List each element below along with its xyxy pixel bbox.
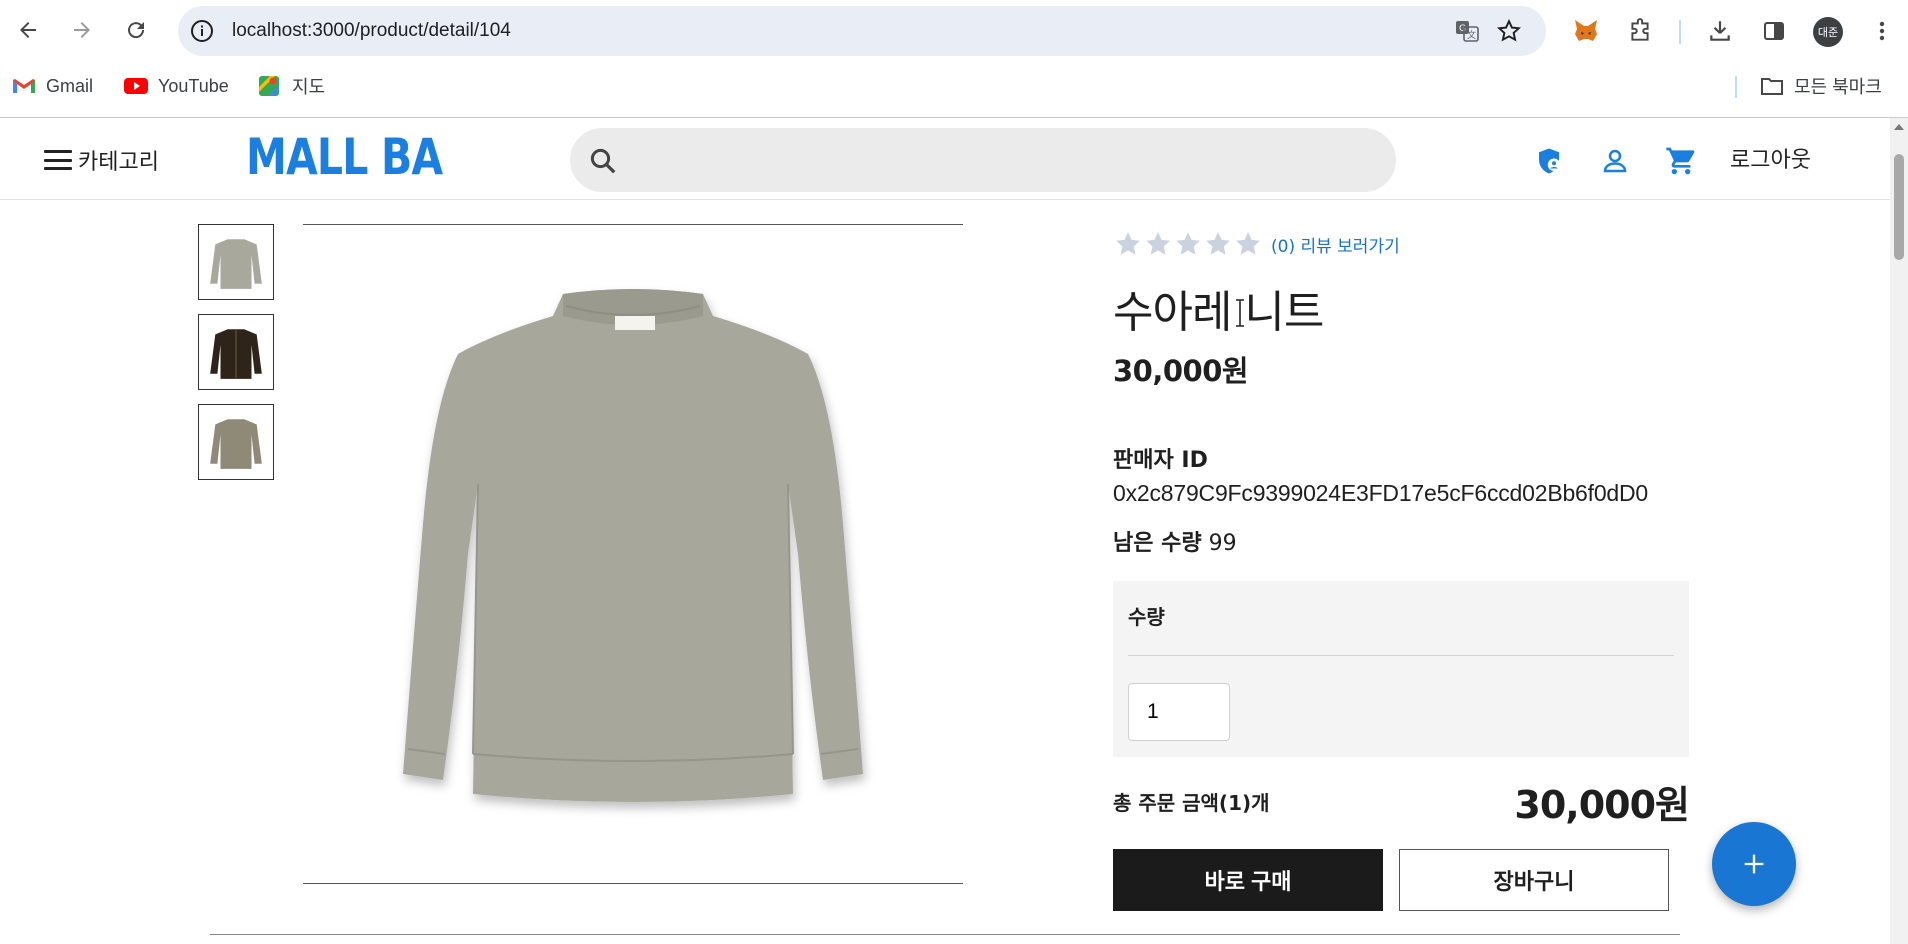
- star-icon: [1176, 232, 1200, 255]
- more-vert-icon: [1879, 21, 1885, 41]
- site-logo[interactable]: MALL BA: [246, 128, 443, 186]
- section-divider: [210, 934, 1680, 935]
- download-icon: [1710, 21, 1730, 41]
- plus-icon: [1744, 854, 1764, 874]
- star-icon: [1236, 232, 1260, 255]
- search-input[interactable]: [634, 136, 1374, 184]
- star-icon: [1146, 232, 1170, 255]
- my-account-button[interactable]: [1598, 144, 1632, 178]
- address-bar[interactable]: localhost:3000/product/detail/104 G文: [178, 6, 1546, 56]
- seller-id: 0x2c879C9Fc9399024E3FD17e5cF6ccd02Bb6f0d…: [1113, 480, 1649, 506]
- site-info-icon[interactable]: [190, 19, 214, 43]
- logout-link[interactable]: 로그아웃: [1730, 142, 1811, 174]
- maps-icon: [258, 76, 282, 96]
- product-price: 30,000원: [1113, 354, 1249, 388]
- extensions-button[interactable]: [1622, 13, 1658, 49]
- seller-label: 판매자 ID: [1113, 448, 1208, 473]
- sweater-thumbnail-image: [210, 239, 262, 289]
- floating-add-button[interactable]: [1712, 822, 1796, 906]
- side-panel-button[interactable]: [1756, 13, 1792, 49]
- sweater-image: [403, 289, 863, 802]
- thumbnail-list: [198, 224, 274, 494]
- search-bar[interactable]: [570, 128, 1396, 192]
- product-info: (0) 리뷰 보러가기 수아레 니트 30,000원 판매자 ID 0x2c87…: [1113, 224, 1690, 911]
- youtube-icon: [124, 76, 148, 96]
- action-buttons: 바로 구매 장바구니: [1113, 849, 1689, 911]
- total-value: 30,000원: [1514, 782, 1690, 827]
- profile-avatar[interactable]: 대준: [1813, 17, 1843, 47]
- forward-button[interactable]: [64, 12, 100, 48]
- reload-icon: [128, 22, 145, 39]
- metamask-extension-button[interactable]: [1568, 13, 1604, 49]
- gmail-icon: [12, 76, 36, 96]
- review-link[interactable]: (0) 리뷰 보러가기: [1271, 232, 1400, 257]
- star-icon: [1116, 232, 1140, 255]
- svg-text:文: 文: [1467, 29, 1476, 41]
- total-label: 총 주문 금액(1)개: [1113, 790, 1270, 815]
- chrome-menu-button[interactable]: [1864, 13, 1900, 49]
- scroll-up-arrow-icon[interactable]: [1894, 124, 1904, 130]
- rating-row: (0) 리뷰 보러가기: [1113, 224, 1689, 264]
- add-to-cart-button[interactable]: 장바구니: [1399, 849, 1669, 911]
- page-scrollbar[interactable]: [1890, 118, 1908, 944]
- bookmarks-separator: [1735, 76, 1737, 98]
- arrow-right-icon: [74, 22, 90, 38]
- bookmarks-bar: Gmail YouTube 지도 모든 북마크: [0, 68, 1908, 104]
- bookmark-youtube[interactable]: YouTube: [124, 74, 229, 98]
- stock-row: 남은 수량 99: [1113, 525, 1689, 557]
- stock-value: 99: [1208, 531, 1237, 556]
- translate-icon[interactable]: G文: [1454, 18, 1480, 44]
- arrow-left-icon: [20, 22, 36, 38]
- reload-button[interactable]: [118, 12, 154, 48]
- browser-chrome: localhost:3000/product/detail/104 G文 대준 …: [0, 0, 1908, 118]
- quantity-divider: [1128, 655, 1674, 656]
- text-cursor-icon: [1236, 299, 1244, 327]
- hamburger-icon: [44, 150, 72, 170]
- cardigan-thumbnail-image: [210, 329, 262, 379]
- site-header: 카테고리 MALL BA 로그아웃: [0, 118, 1890, 200]
- search-icon[interactable]: [588, 146, 618, 176]
- main-product-image: [303, 224, 963, 884]
- quantity-label: 수량: [1128, 605, 1165, 629]
- total-row: 총 주문 금액(1)개 30,000원: [1113, 777, 1690, 827]
- product-name: 수아레 니트: [1113, 287, 1324, 338]
- bookmark-star-icon[interactable]: [1496, 18, 1522, 44]
- quantity-input[interactable]: [1128, 683, 1230, 741]
- toolbar-separator: [1679, 20, 1681, 44]
- puzzle-icon: [1631, 18, 1649, 41]
- bookmark-maps[interactable]: 지도: [258, 74, 325, 98]
- all-bookmarks-folder[interactable]: 모든 북마크: [1760, 74, 1882, 98]
- side-panel-icon: [1764, 22, 1784, 40]
- thumbnail-khaki[interactable]: [198, 404, 274, 480]
- shopping-cart-icon: [1666, 147, 1695, 175]
- cart-button[interactable]: [1664, 144, 1698, 178]
- thumbnail-brown[interactable]: [198, 314, 274, 390]
- admin-shield-icon: [1539, 148, 1561, 174]
- svg-text:G: G: [1459, 24, 1466, 34]
- quantity-panel: 수량: [1113, 581, 1689, 757]
- scrollbar-thumb[interactable]: [1894, 154, 1904, 260]
- buy-now-button[interactable]: 바로 구매: [1113, 849, 1383, 911]
- url-text[interactable]: localhost:3000/product/detail/104: [232, 20, 511, 42]
- admin-shield-button[interactable]: [1532, 144, 1566, 178]
- category-menu-button[interactable]: 카테고리: [44, 144, 159, 176]
- sweater-thumbnail-image: [210, 419, 262, 469]
- stock-label: 남은 수량: [1113, 531, 1202, 556]
- person-icon: [1603, 149, 1627, 173]
- rating-stars: [1113, 229, 1263, 259]
- star-icon: [1206, 232, 1230, 255]
- bookmark-gmail[interactable]: Gmail: [12, 74, 93, 98]
- downloads-button[interactable]: [1702, 13, 1738, 49]
- fox-icon: [1575, 20, 1597, 41]
- thumbnail-gray[interactable]: [198, 224, 274, 300]
- back-button[interactable]: [10, 12, 46, 48]
- folder-icon: [1760, 76, 1784, 96]
